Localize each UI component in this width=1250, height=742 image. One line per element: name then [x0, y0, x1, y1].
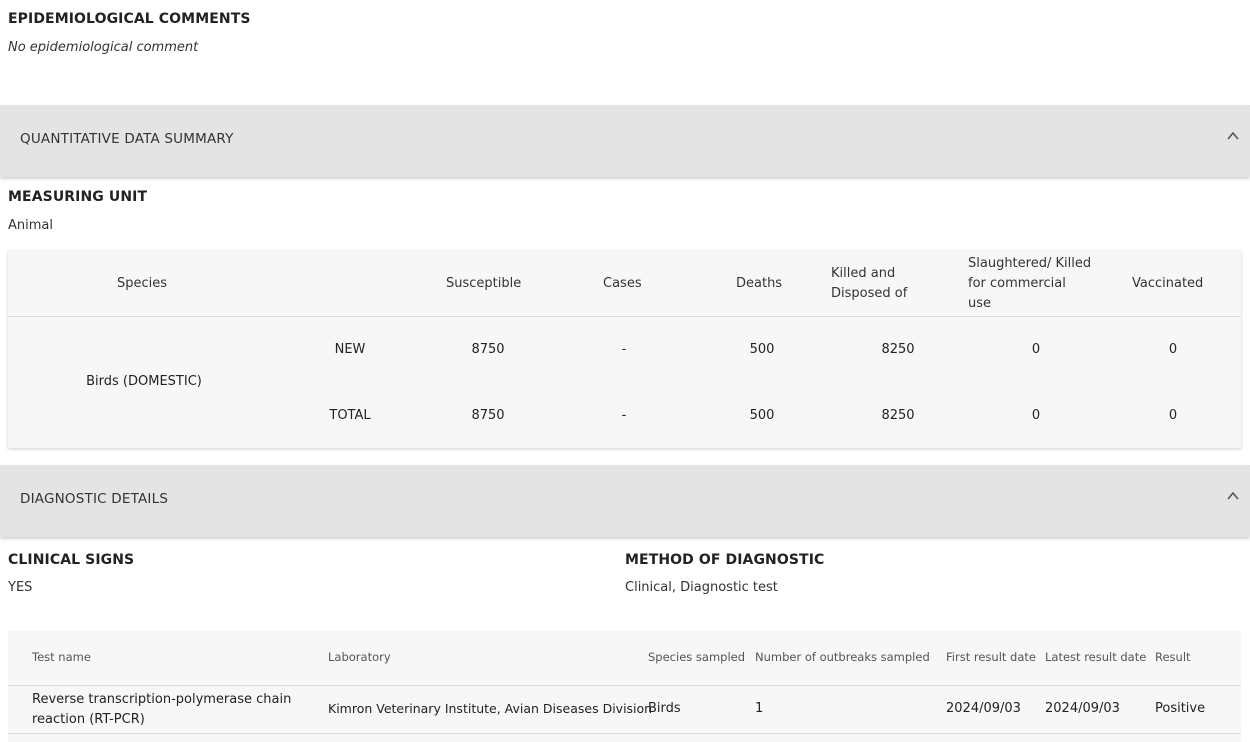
header-test-name: Test name	[32, 650, 91, 664]
cell-result: Positive	[1155, 701, 1206, 716]
row-new-cases: -	[621, 342, 627, 357]
diagnostic-table: Test name Laboratory Species sampled Num…	[8, 630, 1241, 742]
row-divider	[8, 733, 1241, 734]
cell-test-name: Reverse transcription-polymerase chain r…	[32, 690, 291, 730]
header-first-result-date: First result date	[946, 650, 1036, 664]
row-total-deaths: 500	[749, 408, 775, 423]
quantitative-data-summary-header[interactable]: QUANTITATIVE DATA SUMMARY	[0, 105, 1250, 177]
cell-outbreaks-sampled: 1	[755, 701, 764, 716]
row-total-vaccinated: 0	[1168, 408, 1178, 423]
row-total-susceptible: 8750	[471, 408, 505, 423]
species-name: Birds (DOMESTIC)	[86, 374, 202, 389]
header-species: Species	[117, 276, 168, 291]
header-divider	[8, 316, 1241, 317]
cell-first-result-date: 2024/09/03	[946, 701, 1021, 716]
cell-laboratory: Kimron Veterinary Institute, Avian Disea…	[328, 701, 653, 716]
diagnostic-details-label: DIAGNOSTIC DETAILS	[20, 491, 169, 507]
header-deaths: Deaths	[736, 276, 783, 291]
diagnostic-details-header[interactable]: DIAGNOSTIC DETAILS	[0, 465, 1250, 537]
row-new-vaccinated: 0	[1168, 342, 1178, 357]
header-divider	[8, 685, 1241, 686]
method-of-diagnostic-value: Clinical, Diagnostic test	[625, 580, 778, 595]
measuring-unit-title: MEASURING UNIT	[8, 189, 148, 205]
header-outbreaks-sampled: Number of outbreaks sampled	[755, 650, 930, 664]
header-killed: Killed and Disposed of	[831, 264, 907, 304]
row-total-killed: 8250	[881, 408, 915, 423]
header-slaughtered-line1: Slaughtered/ Killed	[968, 256, 1092, 271]
cell-latest-result-date: 2024/09/03	[1045, 701, 1120, 716]
row-total-label: TOTAL	[329, 408, 371, 423]
quantitative-table: Species Susceptible Cases Deaths Killed …	[8, 250, 1241, 448]
quantitative-data-summary-label: QUANTITATIVE DATA SUMMARY	[20, 131, 234, 147]
measuring-unit-value: Animal	[8, 218, 53, 233]
row-new-slaughtered: 0	[1031, 342, 1041, 357]
header-slaughtered-line2: for commercial	[968, 276, 1066, 291]
header-cases: Cases	[603, 276, 642, 291]
cell-species-sampled: Birds	[648, 701, 681, 716]
header-laboratory: Laboratory	[328, 650, 391, 664]
row-new-deaths: 500	[749, 342, 775, 357]
chevron-up-icon[interactable]	[1226, 129, 1240, 143]
clinical-signs-value: YES	[8, 580, 33, 595]
header-latest-result-date: Latest result date	[1045, 650, 1147, 664]
clinical-signs-title: CLINICAL SIGNS	[8, 552, 135, 568]
row-total-slaughtered: 0	[1031, 408, 1041, 423]
cell-test-name-line1: Reverse transcription-polymerase chain	[32, 692, 292, 707]
header-killed-line1: Killed and	[831, 266, 896, 281]
epidemiological-comments-title: EPIDEMIOLOGICAL COMMENTS	[8, 11, 251, 27]
row-new-killed: 8250	[881, 342, 915, 357]
cell-test-name-line2: reaction (RT-PCR)	[32, 712, 145, 727]
header-species-sampled: Species sampled	[648, 650, 746, 664]
header-result: Result	[1155, 650, 1191, 664]
method-of-diagnostic-title: METHOD OF DIAGNOSTIC	[625, 552, 825, 568]
header-slaughtered-line3: use	[968, 296, 992, 311]
row-new-label: NEW	[334, 342, 366, 357]
header-susceptible: Susceptible	[446, 276, 522, 291]
row-new-susceptible: 8750	[471, 342, 505, 357]
chevron-up-icon[interactable]	[1226, 489, 1240, 503]
header-slaughtered: Slaughtered/ Killed for commercial use	[968, 254, 1091, 314]
row-total-cases: -	[621, 408, 627, 423]
epidemiological-comments-text: No epidemiological comment	[8, 40, 199, 55]
header-killed-line2: Disposed of	[831, 286, 908, 301]
header-vaccinated: Vaccinated	[1132, 276, 1204, 291]
